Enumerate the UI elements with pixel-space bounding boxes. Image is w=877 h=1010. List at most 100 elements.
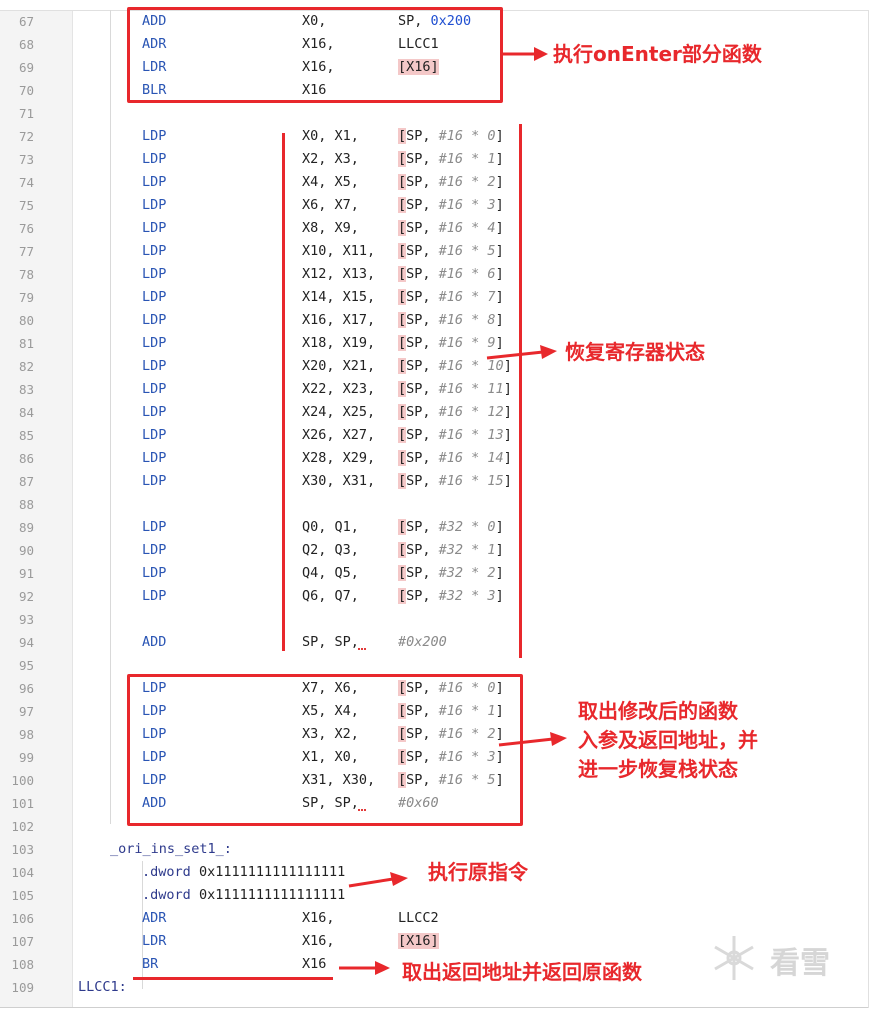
code-line[interactable]: 83 LDP X22, X23, [SP, #16 * 11] [0, 378, 868, 401]
line-number: 87 [18, 474, 34, 489]
operand: X8, X9, [302, 220, 359, 236]
memory-operand: [SP, #32 * 1] [398, 539, 504, 562]
line-number: 105 [11, 888, 34, 903]
register: SP, [406, 312, 439, 328]
code-line[interactable]: 88 [0, 493, 868, 516]
operand: X16, X17, [302, 312, 376, 328]
memory-operand: [SP, #16 * 5] [398, 240, 504, 263]
offset-expression: #16 * 7 [438, 289, 496, 305]
annotation-return: 取出返回地址并返回原函数 [402, 960, 642, 984]
operand: X30, X31, [302, 473, 376, 489]
line-number: 91 [18, 566, 34, 581]
bracket-close: ] [503, 473, 512, 489]
line-number: 72 [18, 129, 34, 144]
memory-operand: [SP, #32 * 2] [398, 562, 504, 585]
code-line[interactable]: 105 .dword 0x1111111111111111 [0, 884, 868, 907]
register: SP, [406, 197, 439, 213]
line-number: 82 [18, 359, 34, 374]
bracket-close: ] [495, 542, 504, 558]
mnemonic: LDP [142, 243, 167, 259]
code-line[interactable]: 93 [0, 608, 868, 631]
code-line[interactable]: 92 LDP Q6, Q7, [SP, #32 * 3] [0, 585, 868, 608]
code-line[interactable]: 74 LDP X4, X5, [SP, #16 * 2] [0, 171, 868, 194]
bracket-close: ] [495, 565, 504, 581]
line-number: 101 [11, 796, 34, 811]
editor-right-border [868, 10, 869, 1008]
code-line[interactable]: 77 LDP X10, X11, [SP, #16 * 5] [0, 240, 868, 263]
register: SP, [406, 450, 439, 466]
bracket-highlight: [ [398, 174, 407, 190]
offset-expression: #16 * 1 [438, 151, 496, 167]
line-number: 78 [18, 267, 34, 282]
bracket-highlight: [ [398, 335, 407, 351]
code-line[interactable]: 84 LDP X24, X25, [SP, #16 * 12] [0, 401, 868, 424]
mnemonic: LDP [142, 542, 167, 558]
mnemonic: LDP [142, 128, 167, 144]
code-line[interactable]: 94 ADD SP, SP, #0x200 [0, 631, 868, 654]
memory-operand: [SP, #16 * 14] [398, 447, 512, 470]
operand: X20, X21, [302, 358, 376, 374]
arrow-right-icon [348, 872, 408, 888]
memory-operand: [SP, #16 * 1] [398, 148, 504, 171]
register: SP, [406, 427, 439, 443]
operand: X26, X27, [302, 427, 376, 443]
register: SP, [406, 381, 439, 397]
bracket-close: ] [503, 450, 512, 466]
mnemonic: LDP [142, 266, 167, 282]
code-line[interactable]: 79 LDP X14, X15, [SP, #16 * 7] [0, 286, 868, 309]
operand: Q4, Q5, [302, 565, 359, 581]
watermark-text: 看雪 [770, 946, 830, 981]
register: SP, [406, 519, 439, 535]
offset-expression: #16 * 2 [438, 174, 496, 190]
code-line[interactable]: 76 LDP X8, X9, [SP, #16 * 4] [0, 217, 868, 240]
code-line[interactable]: 81 LDP X18, X19, [SP, #16 * 9] [0, 332, 868, 355]
line-number: 80 [18, 313, 34, 328]
line-number: 97 [18, 704, 34, 719]
code-line[interactable]: 86 LDP X28, X29, [SP, #16 * 14] [0, 447, 868, 470]
code-line[interactable]: 73 LDP X2, X3, [SP, #16 * 1] [0, 148, 868, 171]
bracket-close: ] [503, 427, 512, 443]
register: SP, [406, 473, 439, 489]
code-line[interactable]: 71 [0, 102, 868, 125]
code-line[interactable]: 72 LDP X0, X1, [SP, #16 * 0] [0, 125, 868, 148]
mnemonic: LDP [142, 427, 167, 443]
line-number: 96 [18, 681, 34, 696]
offset-expression: #16 * 3 [438, 197, 496, 213]
arrow-right-icon [498, 732, 567, 747]
line-number: 83 [18, 382, 34, 397]
bracket-highlight: [ [398, 266, 407, 282]
register: SP, [406, 335, 439, 351]
mnemonic: LDP [142, 473, 167, 489]
mnemonic: LDP [142, 358, 167, 374]
code-line[interactable]: 106 ADR X16, LLCC2 [0, 907, 868, 930]
code-line[interactable]: 91 LDP Q4, Q5, [SP, #32 * 2] [0, 562, 868, 585]
code-line[interactable]: 78 LDP X12, X13, [SP, #16 * 6] [0, 263, 868, 286]
immediate-comment: #0x200 [398, 634, 447, 650]
code-line[interactable]: 75 LDP X6, X7, [SP, #16 * 3] [0, 194, 868, 217]
memory-operand: [SP, #16 * 13] [398, 424, 512, 447]
lint-squiggle [358, 644, 366, 650]
bracket-highlight: [ [398, 243, 407, 259]
line-number: 75 [18, 198, 34, 213]
code-line[interactable]: 80 LDP X16, X17, [SP, #16 * 8] [0, 309, 868, 332]
mnemonic: ADR [142, 910, 167, 926]
operand: X2, X3, [302, 151, 359, 167]
bracket-close: ] [495, 151, 504, 167]
fetch-args-highlight-box [127, 674, 523, 826]
code-line[interactable]: 87 LDP X30, X31, [SP, #16 * 15] [0, 470, 868, 493]
code-line[interactable]: 90 LDP Q2, Q3, [SP, #32 * 1] [0, 539, 868, 562]
code-line[interactable]: 85 LDP X26, X27, [SP, #16 * 13] [0, 424, 868, 447]
annotation-original-instructions: 执行原指令 [428, 860, 528, 884]
offset-expression: #16 * 6 [438, 266, 496, 282]
operand: X16 [302, 956, 327, 972]
operand: Q0, Q1, [302, 519, 359, 535]
operand: LLCC2 [398, 910, 439, 926]
offset-expression: #16 * 13 [438, 427, 504, 443]
line-number: 109 [11, 980, 34, 995]
register: SP, [406, 404, 439, 420]
code-line[interactable]: 89 LDP Q0, Q1, [SP, #32 * 0] [0, 516, 868, 539]
line-number: 103 [11, 842, 34, 857]
register: SP, [406, 289, 439, 305]
code-line[interactable]: 82 LDP X20, X21, [SP, #16 * 10] [0, 355, 868, 378]
directive-value: 0x1111111111111111 [199, 864, 346, 880]
